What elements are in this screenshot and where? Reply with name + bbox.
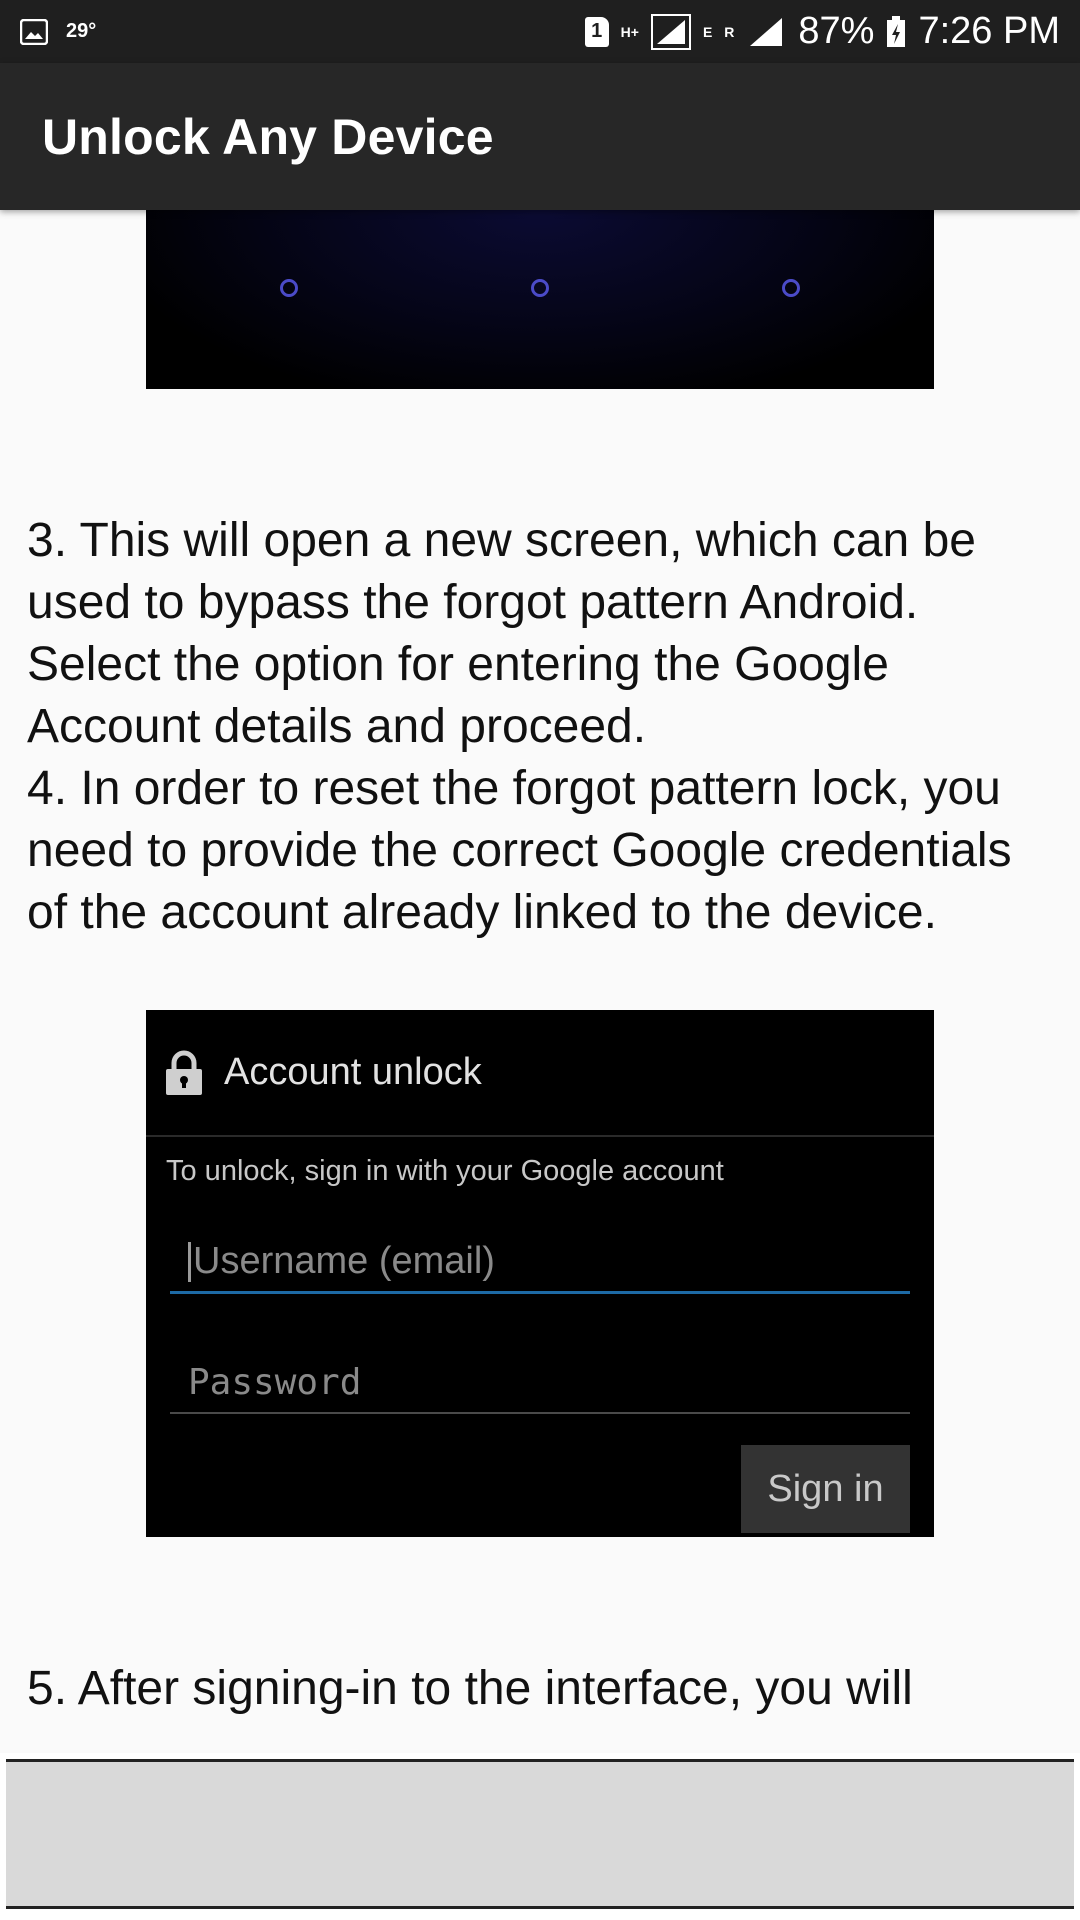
step-3-text: 3. This will open a new screen, which ca… bbox=[27, 510, 1057, 944]
account-unlock-header: Account unlock bbox=[146, 1010, 934, 1137]
battery-percent: 87% bbox=[798, 10, 875, 52]
clock: 7:26 PM bbox=[918, 10, 1060, 52]
sim-slot-icon: 1 bbox=[584, 16, 609, 47]
account-unlock-title: Account unlock bbox=[224, 1051, 482, 1093]
step-3: 3. This will open a new screen, which ca… bbox=[27, 514, 976, 753]
password-field-image: Password bbox=[170, 1352, 910, 1414]
battery-charging-icon bbox=[887, 15, 906, 47]
status-right: 1 H+ E R 87% 7:26 PM bbox=[584, 10, 1060, 53]
app-title: Unlock Any Device bbox=[42, 108, 494, 165]
account-unlock-image: Account unlock To unlock, sign in with y… bbox=[146, 1010, 934, 1537]
network-type-primary: H+ bbox=[620, 23, 639, 40]
password-placeholder: Password bbox=[188, 1361, 362, 1403]
network-type-secondary: E bbox=[702, 23, 713, 40]
gallery-notification-icon bbox=[20, 18, 48, 45]
article-content[interactable]: 3. This will open a new screen, which ca… bbox=[0, 210, 1080, 1755]
text-cursor bbox=[188, 1241, 191, 1282]
account-unlock-hint: To unlock, sign in with your Google acco… bbox=[166, 1155, 724, 1187]
signal-strength-icon-2 bbox=[750, 17, 783, 46]
signal-strength-icon bbox=[650, 13, 691, 50]
pattern-dot bbox=[280, 279, 298, 297]
step-4: 4. In order to reset the forgot pattern … bbox=[27, 762, 1012, 939]
pattern-lock-image bbox=[146, 210, 934, 389]
signin-button-image: Sign in bbox=[741, 1445, 910, 1533]
username-field-image: Username (email) bbox=[170, 1232, 910, 1294]
step-5: 5. After signing-in to the interface, yo… bbox=[27, 1662, 913, 1715]
pattern-dot bbox=[531, 279, 549, 297]
bottom-panel bbox=[0, 1753, 1080, 1920]
username-placeholder: Username (email) bbox=[193, 1240, 495, 1282]
status-bar: 29° 1 H+ E R 87% 7:26 PM bbox=[0, 0, 1080, 63]
app-bar: Unlock Any Device bbox=[0, 63, 1080, 210]
pattern-dot bbox=[782, 279, 800, 297]
step-5-text: 5. After signing-in to the interface, yo… bbox=[27, 1658, 1057, 1720]
lock-icon bbox=[166, 1050, 202, 1095]
roaming-indicator: R bbox=[724, 23, 735, 40]
temperature-text: 29° bbox=[66, 20, 97, 42]
status-left: 29° bbox=[20, 18, 97, 45]
ad-banner-area[interactable] bbox=[6, 1759, 1074, 1909]
